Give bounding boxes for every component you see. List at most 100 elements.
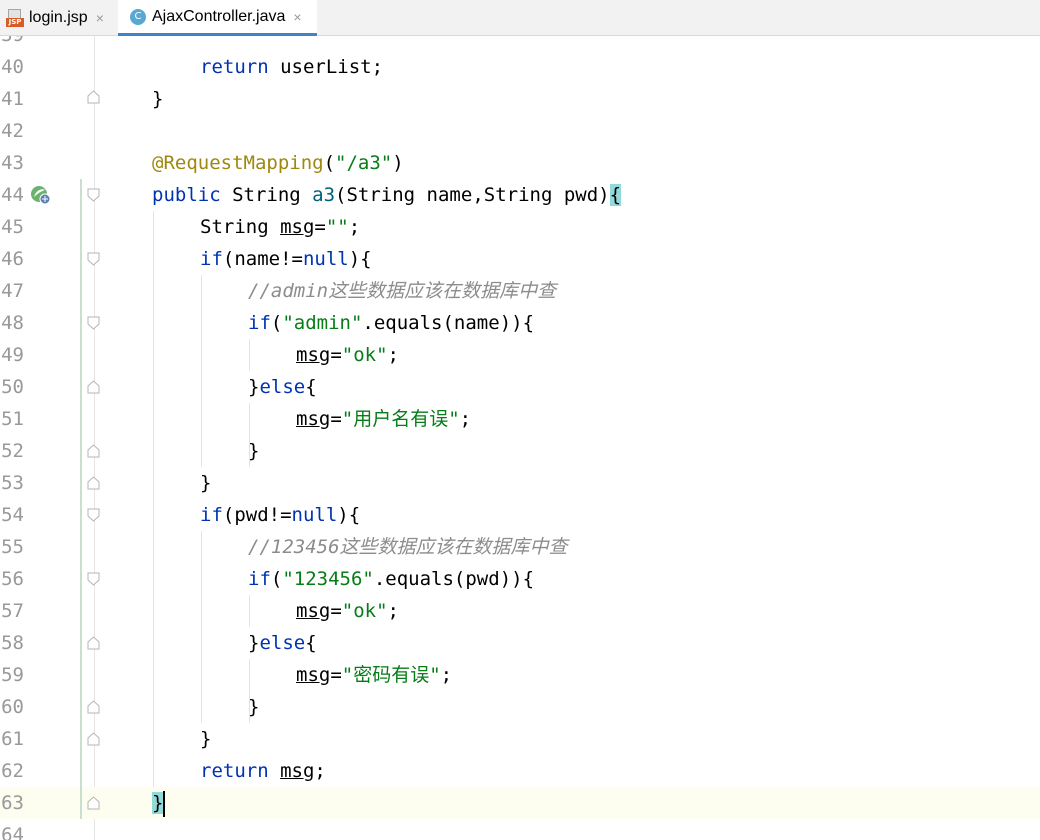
comment: //admin这些数据应该在数据库中查 — [248, 280, 557, 302]
code-text: } — [200, 728, 212, 750]
keyword: if — [200, 504, 223, 526]
code-text: { — [305, 632, 317, 654]
code-line: 51 msg="用户名有误"; — [0, 403, 1040, 435]
code-line: 62 return msg; — [0, 755, 1040, 787]
string-literal: "admin" — [282, 312, 363, 334]
line-number: 54 — [1, 504, 24, 526]
code-text: { — [305, 376, 317, 398]
code-text: = — [330, 344, 342, 366]
keyword: null — [302, 248, 349, 270]
code-text: = — [330, 664, 342, 686]
code-text: } — [248, 696, 260, 718]
code-line: 59 msg="密码有误"; — [0, 659, 1040, 691]
line-number: 51 — [1, 408, 24, 430]
keyword: if — [248, 568, 271, 590]
code-line: 56 if("123456".equals(pwd)){ — [0, 563, 1040, 595]
string-literal: "123456" — [282, 568, 374, 590]
code-line: 58 }else{ — [0, 627, 1040, 659]
code-editor[interactable]: 39 40 return userList; 41 } 42 43 @Reque… — [0, 36, 1040, 840]
code-text: userList; — [268, 56, 384, 78]
variable: msg — [296, 408, 331, 430]
code-line: 46 if(name!=null){ — [0, 243, 1040, 275]
code-text: ) — [392, 152, 404, 174]
matched-brace: { — [609, 184, 622, 206]
line-number: 57 — [1, 600, 24, 622]
code-text: .equals(name)){ — [362, 312, 535, 334]
line-number: 48 — [1, 312, 24, 334]
line-number: 43 — [1, 152, 24, 174]
fold-end-icon[interactable] — [87, 732, 100, 746]
comment: //123456这些数据应该在数据库中查 — [248, 536, 568, 558]
fold-start-icon[interactable] — [87, 572, 100, 586]
fold-end-icon[interactable] — [87, 90, 100, 104]
fold-end-icon[interactable] — [87, 796, 100, 810]
variable: msg — [280, 760, 315, 782]
code-text: } — [248, 632, 260, 654]
code-line: 54 if(pwd!=null){ — [0, 499, 1040, 531]
string-literal: "用户名有误" — [341, 408, 460, 430]
code-line: 60 } — [0, 691, 1040, 723]
close-icon[interactable]: × — [293, 9, 301, 25]
code-line: 42 — [0, 115, 1040, 147]
string-literal: "" — [325, 216, 349, 238]
line-number: 63 — [1, 792, 24, 814]
fold-end-icon[interactable] — [87, 476, 100, 490]
spring-bean-icon[interactable] — [30, 184, 52, 206]
keyword: null — [291, 504, 338, 526]
code-line: 40 return userList; — [0, 51, 1040, 83]
fold-end-icon[interactable] — [87, 444, 100, 458]
jsp-file-icon: JSP — [6, 9, 24, 27]
fold-start-icon[interactable] — [87, 188, 100, 202]
line-number: 39 — [0, 36, 24, 51]
line-number: 59 — [1, 664, 24, 686]
code-text: .equals(pwd)){ — [373, 568, 535, 590]
code-line: 55 //123456这些数据应该在数据库中查 — [0, 531, 1040, 563]
fold-end-icon[interactable] — [87, 700, 100, 714]
code-line: 50 }else{ — [0, 371, 1040, 403]
code-text: ){ — [337, 504, 361, 526]
tab-label: AjaxController.java — [152, 7, 286, 25]
line-number: 45 — [1, 216, 24, 238]
keyword: return — [200, 56, 269, 78]
line-number: 42 — [1, 120, 24, 142]
keyword: return — [200, 760, 269, 782]
code-line: 43 @RequestMapping("/a3") — [0, 147, 1040, 179]
variable: msg — [280, 216, 315, 238]
line-number: 55 — [1, 536, 24, 558]
code-line: 53 } — [0, 467, 1040, 499]
code-text: ; — [387, 344, 399, 366]
line-number: 56 — [1, 568, 24, 590]
tab-label: login.jsp — [29, 9, 88, 26]
text-caret — [163, 790, 166, 817]
string-literal: "/a3" — [335, 152, 393, 174]
variable: msg — [296, 600, 331, 622]
code-text: = — [330, 600, 342, 622]
code-text: = — [330, 408, 342, 430]
keyword: if — [200, 248, 223, 270]
line-number: 44 — [1, 184, 24, 206]
line-number: 53 — [1, 472, 24, 494]
close-icon[interactable]: × — [96, 10, 104, 26]
tab-login-jsp[interactable]: JSP login.jsp × — [6, 0, 118, 36]
code-text: (pwd!= — [222, 504, 292, 526]
line-number: 46 — [1, 248, 24, 270]
code-text: ; — [348, 216, 361, 238]
code-text: String — [200, 216, 281, 238]
fold-start-icon[interactable] — [87, 508, 100, 522]
keyword: if — [248, 312, 271, 334]
code-text: ( — [270, 312, 283, 334]
code-text: } — [248, 376, 260, 398]
code-text: } — [152, 88, 164, 110]
fold-start-icon[interactable] — [87, 252, 100, 266]
code-line: 48 if("admin".equals(name)){ — [0, 307, 1040, 339]
matched-brace: } — [152, 792, 164, 814]
tab-ajax-controller[interactable]: C AjaxController.java × — [118, 0, 317, 36]
code-text: } — [248, 440, 260, 462]
code-text: ( — [270, 568, 283, 590]
fold-start-icon[interactable] — [87, 316, 100, 330]
code-text: ; — [459, 408, 472, 430]
code-text: ; — [440, 664, 453, 686]
fold-end-icon[interactable] — [87, 636, 100, 650]
fold-end-icon[interactable] — [87, 380, 100, 394]
